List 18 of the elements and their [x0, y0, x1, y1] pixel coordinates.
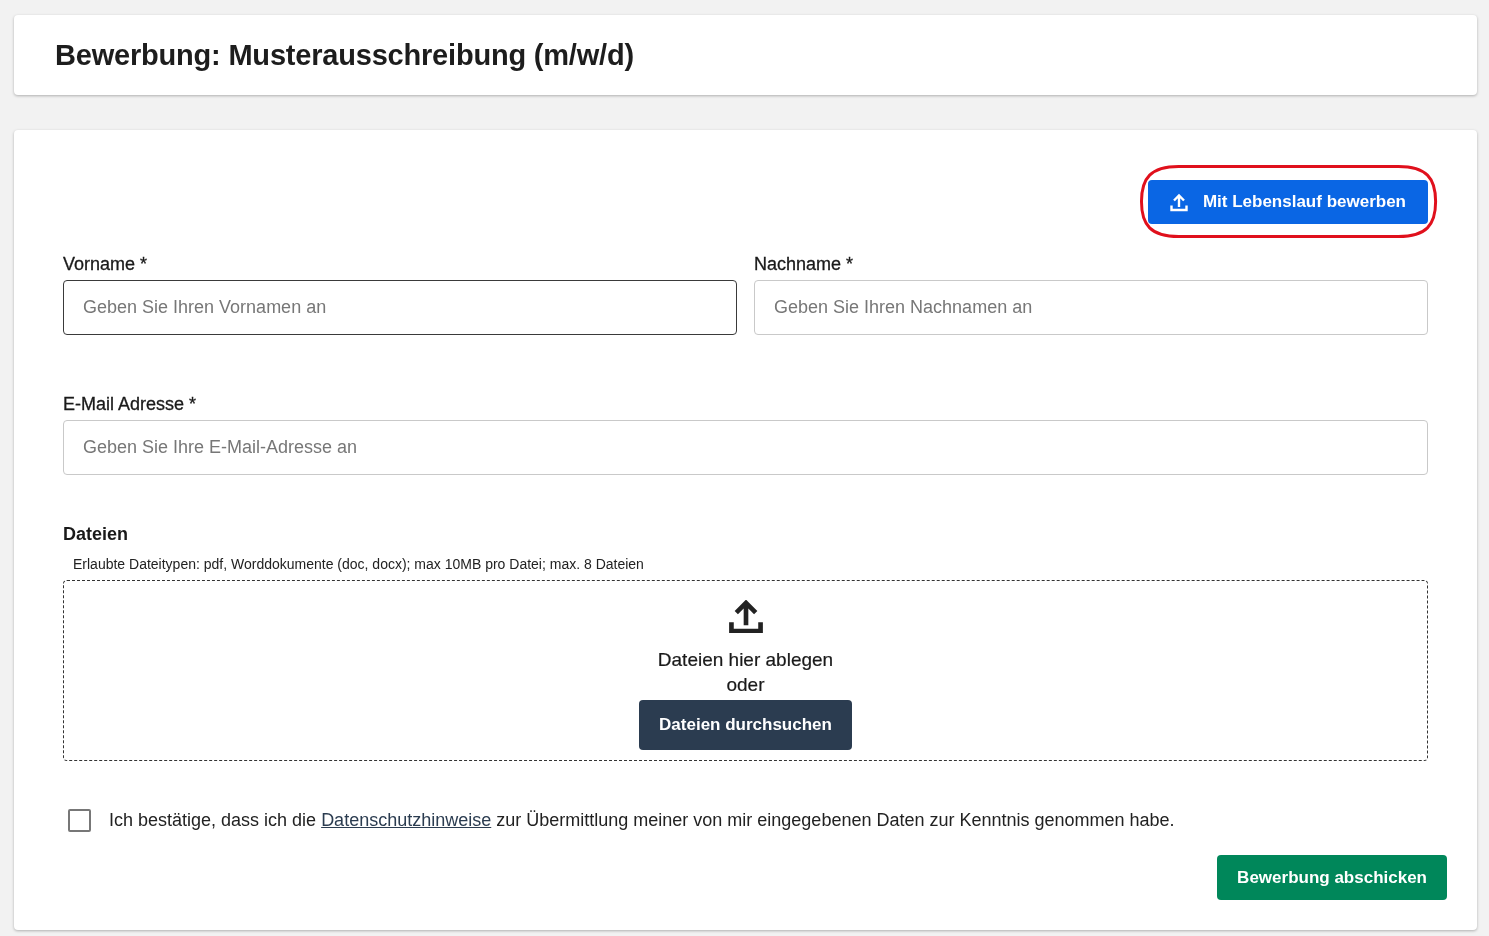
file-types-hint: Erlaubte Dateitypen: pdf, Worddokumente (doc, docx); max 10MB pro Datei; max. 8 Dateien [73, 555, 644, 573]
privacy-link[interactable]: Datenschutzhinweise [321, 810, 492, 830]
resume-upload-button[interactable]: Mit Lebenslauf bewerben [1147, 180, 1428, 224]
drop-text: Dateien hier ablegen [657, 648, 834, 672]
or-text: oder [726, 673, 765, 697]
text-input-field[interactable]: Geben Sie Ihren Vornamen an [63, 280, 737, 335]
page-title: Bewerbung: Musterausschreibung (m/w/d) [55, 38, 634, 72]
consent-checkbox[interactable] [68, 808, 91, 832]
field-label: Vorname * [63, 253, 148, 275]
upload-icon [1168, 192, 1189, 212]
field-label: E-Mail Adresse * [63, 393, 197, 415]
browse-files-button[interactable]: Dateien durchsuchen [639, 700, 852, 750]
submit-button[interactable]: Bewerbung abschicken [1217, 855, 1447, 900]
files-label: Dateien [63, 523, 129, 545]
consent-text: Ich bestätige, dass ich die Datenschutzhinweise zur Übermittlung meiner von mir eingegebenen Daten zur Kenntnis genommen habe. [109, 809, 1175, 832]
field-label: Nachname * [754, 253, 854, 275]
file-drop-zone[interactable]: Dateien hier ablegen oder Dateien durchsuchen [63, 580, 1428, 761]
upload-icon [728, 600, 763, 633]
